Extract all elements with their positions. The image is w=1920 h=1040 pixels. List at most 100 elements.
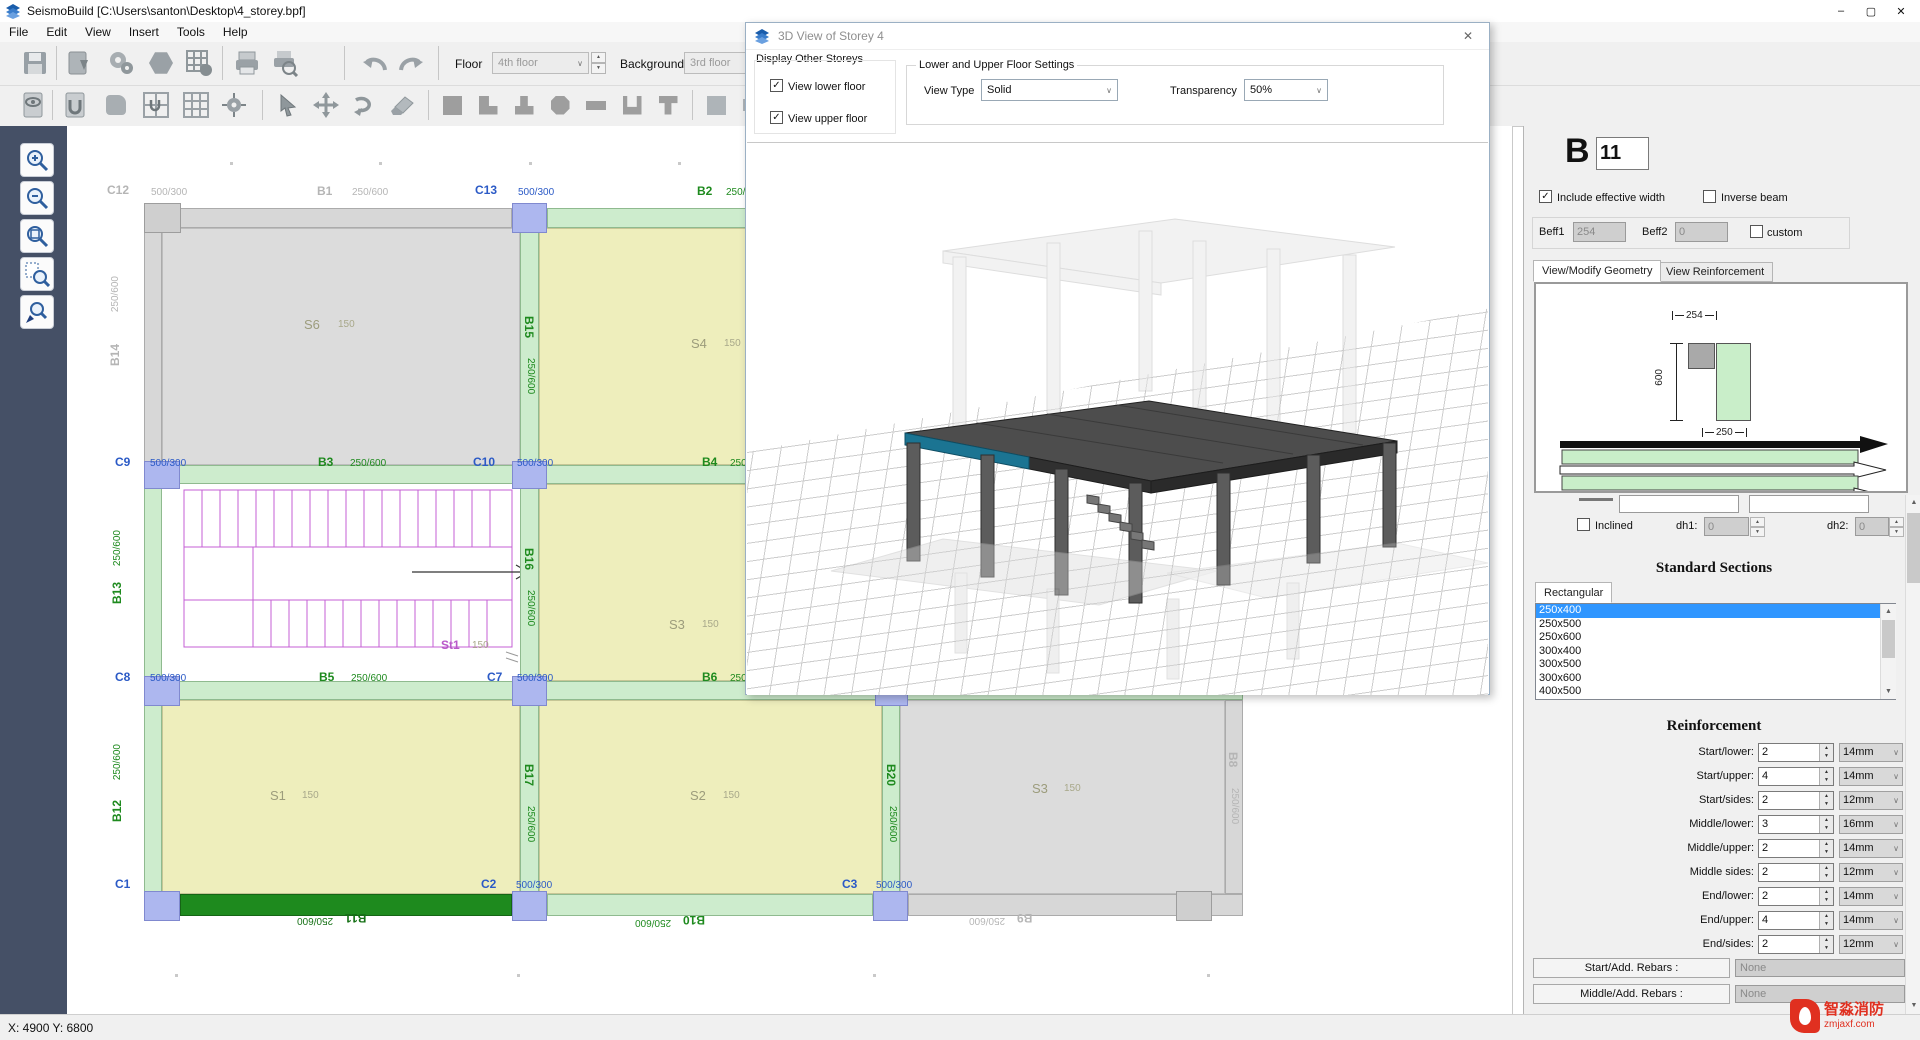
shape-slab-icon[interactable] — [700, 89, 732, 121]
erase-icon[interactable] — [386, 89, 418, 121]
tab-view-reinforcement[interactable]: View Reinforcement — [1657, 262, 1773, 282]
slab-s2[interactable] — [539, 700, 882, 894]
shape-tee-icon[interactable] — [652, 89, 684, 121]
rebar-count-stepper[interactable]: 3 ▲▼ — [1758, 815, 1834, 834]
beam-b13[interactable] — [144, 484, 162, 681]
redo-icon[interactable] — [394, 46, 428, 80]
view-type-select[interactable]: Solid∨ — [981, 79, 1118, 101]
tab-rectangular[interactable]: Rectangular — [1535, 582, 1612, 603]
rebar-size-select[interactable]: 12mm∨ — [1839, 863, 1903, 882]
settings-gears-icon[interactable] — [104, 46, 138, 80]
view-lower-floor-checkbox[interactable]: ✓ — [770, 79, 783, 92]
zoom-window-icon[interactable] — [20, 257, 54, 291]
dwg-view-icon[interactable] — [18, 89, 50, 121]
rebar-size-select[interactable]: 12mm∨ — [1839, 935, 1903, 954]
inverse-beam-checkbox[interactable] — [1703, 190, 1716, 203]
maximize-button[interactable]: ▢ — [1856, 0, 1886, 22]
beam-b17[interactable] — [520, 700, 539, 894]
section-list-item[interactable]: 300x400 — [1536, 645, 1895, 659]
slab-s3-gray[interactable] — [900, 700, 1225, 894]
gear-move-icon[interactable] — [218, 89, 250, 121]
grid-settings-icon[interactable] — [182, 46, 216, 80]
rebar-count-stepper[interactable]: 2 ▲▼ — [1758, 887, 1834, 906]
beam-b12[interactable] — [144, 700, 162, 894]
print-icon[interactable] — [230, 46, 264, 80]
inclined-checkbox[interactable] — [1577, 518, 1590, 531]
transparency-select[interactable]: 50%∨ — [1244, 79, 1328, 101]
undo-icon[interactable] — [358, 46, 392, 80]
shape-square-icon[interactable] — [436, 89, 468, 121]
rebar-size-select[interactable]: 16mm∨ — [1839, 815, 1903, 834]
clipped-field-1[interactable] — [1619, 495, 1739, 513]
save-icon[interactable] — [18, 46, 52, 80]
custom-checkbox[interactable] — [1750, 225, 1763, 238]
panel-scrollbar[interactable]: ▲ ▼ — [1905, 495, 1920, 1014]
rebar-size-select[interactable]: 14mm∨ — [1839, 887, 1903, 906]
grid-snap-icon[interactable] — [140, 89, 172, 121]
move-icon[interactable] — [310, 89, 342, 121]
menu-item[interactable]: Insert — [120, 25, 168, 39]
floor-spinner[interactable]: ▲▼ — [591, 52, 606, 74]
zoom-extents-icon[interactable] — [20, 219, 54, 253]
rebar-size-select[interactable]: 14mm∨ — [1839, 743, 1903, 762]
rebar-count-stepper[interactable]: 2 ▲▼ — [1758, 863, 1834, 882]
column-c3[interactable] — [873, 891, 908, 921]
column-c13[interactable] — [512, 203, 547, 233]
menu-item[interactable]: File — [0, 25, 37, 39]
solid-fill-icon[interactable] — [100, 89, 132, 121]
section-list-item[interactable]: 250x600 — [1536, 631, 1895, 645]
shape-circle-icon[interactable] — [544, 89, 576, 121]
zoom-in-icon[interactable] — [20, 143, 54, 177]
tab-view-modify-geometry[interactable]: View/Modify Geometry — [1533, 260, 1661, 282]
slab-s6[interactable] — [162, 228, 520, 465]
shape-lsection-icon[interactable] — [472, 89, 504, 121]
beam-b16[interactable] — [520, 484, 539, 681]
dh2-field[interactable]: 0 — [1855, 517, 1889, 536]
grid-edit-icon[interactable] — [180, 89, 212, 121]
viewport-3d[interactable] — [747, 142, 1488, 695]
slab-s1[interactable] — [162, 700, 520, 894]
rebar-size-select[interactable]: 12mm∨ — [1839, 791, 1903, 810]
zoom-previous-icon[interactable] — [20, 295, 54, 329]
menu-item[interactable]: Edit — [37, 25, 76, 39]
floor-select[interactable]: 4th floor∨ — [492, 52, 589, 74]
section-list-item[interactable]: 300x500 — [1536, 658, 1895, 672]
dh1-spinner[interactable]: ▲▼ — [1750, 517, 1765, 536]
section-list-item[interactable]: 250x500 — [1536, 618, 1895, 632]
sections-listbox[interactable]: 250x400250x500250x600300x400300x500300x6… — [1535, 603, 1896, 700]
rebar-size-select[interactable]: 14mm∨ — [1839, 911, 1903, 930]
column-c12[interactable] — [144, 203, 181, 233]
column-c2[interactable] — [512, 891, 547, 921]
select-cursor-icon[interactable] — [272, 89, 304, 121]
beam-b15[interactable] — [520, 228, 539, 465]
column-gray-right[interactable] — [1176, 891, 1212, 921]
rebar-count-stepper[interactable]: 4 ▲▼ — [1758, 767, 1834, 786]
menu-item[interactable]: Tools — [168, 25, 214, 39]
shape-wall-icon[interactable] — [580, 89, 612, 121]
shape-usection-icon[interactable] — [616, 89, 648, 121]
dwg-snap-icon[interactable] — [60, 89, 92, 121]
view-upper-floor-checkbox[interactable]: ✓ — [770, 111, 783, 124]
zoom-out-icon[interactable] — [20, 181, 54, 215]
listbox-scrollbar[interactable]: ▲ ▼ — [1880, 604, 1896, 699]
beff1-field[interactable]: 254 — [1573, 222, 1626, 242]
section-list-item[interactable]: 300x600 — [1536, 672, 1895, 686]
rebar-count-stepper[interactable]: 2 ▲▼ — [1758, 791, 1834, 810]
dh1-field[interactable]: 0 — [1704, 517, 1749, 536]
rebar-count-stepper[interactable]: 2 ▲▼ — [1758, 839, 1834, 858]
beff2-field[interactable]: 0 — [1675, 222, 1728, 242]
beam-b20[interactable] — [882, 700, 900, 894]
beam-number-field[interactable]: 11 — [1596, 137, 1649, 170]
include-effective-width-checkbox[interactable]: ✓ — [1539, 190, 1552, 203]
rebar-count-stepper[interactable]: 2 ▲▼ — [1758, 935, 1834, 954]
dwg-export-icon[interactable] — [62, 46, 96, 80]
dialog-close-icon[interactable]: ✕ — [1457, 27, 1479, 45]
hexagon-section-icon[interactable] — [144, 46, 178, 80]
rotate-icon[interactable] — [348, 89, 380, 121]
print-preview-icon[interactable] — [268, 46, 302, 80]
stairs-st1[interactable] — [162, 484, 542, 684]
shape-tsection-icon[interactable] — [508, 89, 540, 121]
close-button[interactable]: ✕ — [1886, 0, 1916, 22]
section-list-item[interactable]: 250x400 — [1536, 604, 1895, 618]
rebar-count-stepper[interactable]: 4 ▲▼ — [1758, 911, 1834, 930]
